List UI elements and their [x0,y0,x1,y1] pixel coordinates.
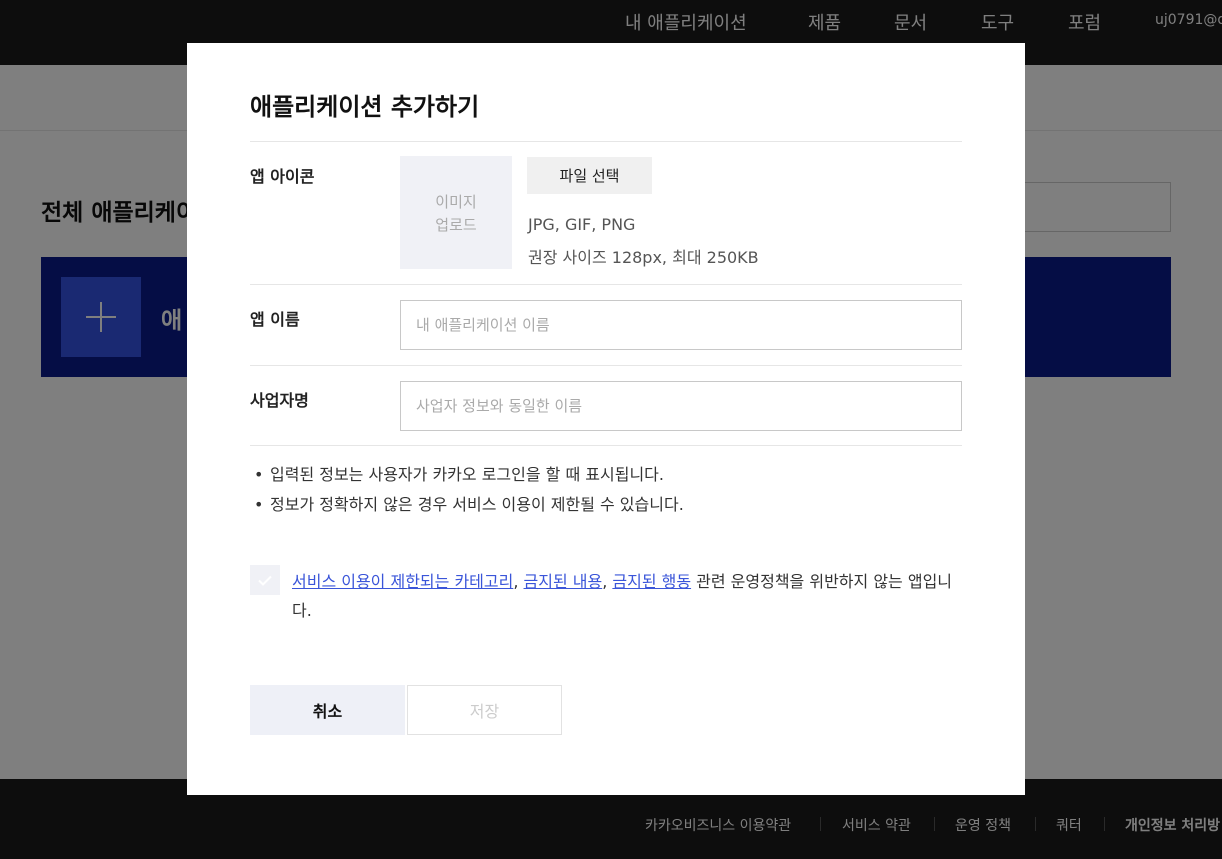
divider [250,445,962,446]
separator: , [513,572,524,591]
restricted-category-link[interactable]: 서비스 이용이 제한되는 카테고리 [292,572,513,591]
business-name-input[interactable] [400,381,962,431]
policy-agree-text: 서비스 이용이 제한되는 카테고리, 금지된 내용, 금지된 행동 관련 운영정… [292,567,962,625]
separator: , [602,572,613,591]
check-icon [258,575,272,586]
add-application-dialog: 애플리케이션 추가하기 앱 아이콘 이미지 업로드 파일 선택 JPG, GIF… [187,43,1025,795]
file-format-hint: JPG, GIF, PNG [528,215,636,234]
upload-placeholder-line2: 업로드 [435,216,477,234]
notice-item: 정보가 정확하지 않은 경우 서비스 이용이 제한될 수 있습니다. [250,493,684,523]
prohibited-content-link[interactable]: 금지된 내용 [524,572,603,591]
prohibited-behavior-link[interactable]: 금지된 행동 [612,572,691,591]
cancel-button[interactable]: 취소 [250,685,405,735]
icon-upload-area[interactable]: 이미지 업로드 [400,156,512,269]
notice-list: 입력된 정보는 사용자가 카카오 로그인을 할 때 표시됩니다. 정보가 정확하… [250,463,684,523]
policy-agree-checkbox[interactable] [250,565,280,595]
divider [250,284,962,285]
notice-item: 입력된 정보는 사용자가 카카오 로그인을 할 때 표시됩니다. [250,463,684,493]
divider [250,365,962,366]
upload-placeholder-line1: 이미지 [435,193,477,211]
business-name-label: 사업자명 [250,391,309,410]
dialog-title: 애플리케이션 추가하기 [250,93,480,121]
choose-file-button[interactable]: 파일 선택 [527,157,652,194]
divider [250,141,962,142]
file-size-hint: 권장 사이즈 128px, 최대 250KB [528,248,759,267]
save-button[interactable]: 저장 [407,685,562,735]
app-name-input[interactable] [400,300,962,350]
app-name-label: 앱 이름 [250,310,300,329]
app-icon-label: 앱 아이콘 [250,167,315,186]
